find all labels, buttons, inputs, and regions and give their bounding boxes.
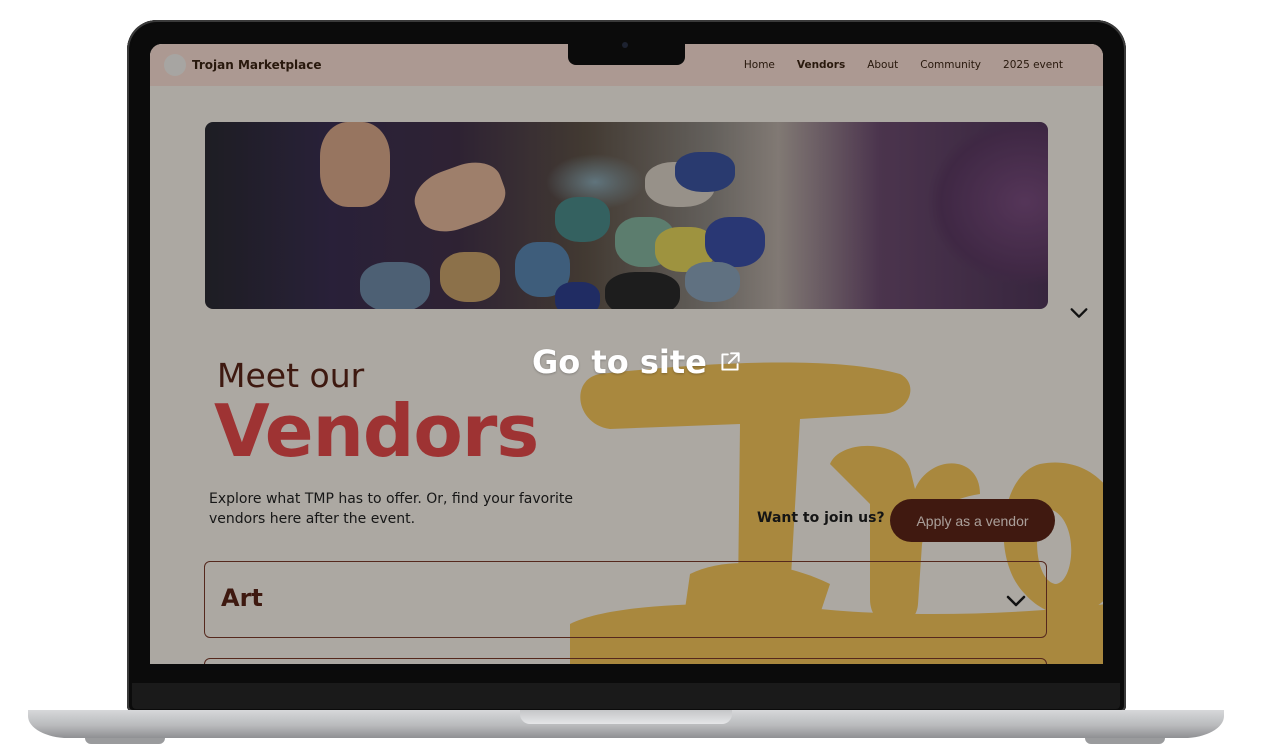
laptop-trackpad-notch <box>520 710 732 724</box>
camera-icon <box>622 42 628 48</box>
laptop-foot-right <box>1085 738 1165 744</box>
laptop-chin <box>132 683 1120 709</box>
go-to-site-link[interactable]: Go to site <box>532 343 743 381</box>
go-to-site-label: Go to site <box>532 343 707 381</box>
laptop-foot-left <box>85 738 165 744</box>
laptop-screen: Trojan Marketplace Home Vendors About Co… <box>150 44 1103 664</box>
external-link-icon <box>721 352 740 371</box>
